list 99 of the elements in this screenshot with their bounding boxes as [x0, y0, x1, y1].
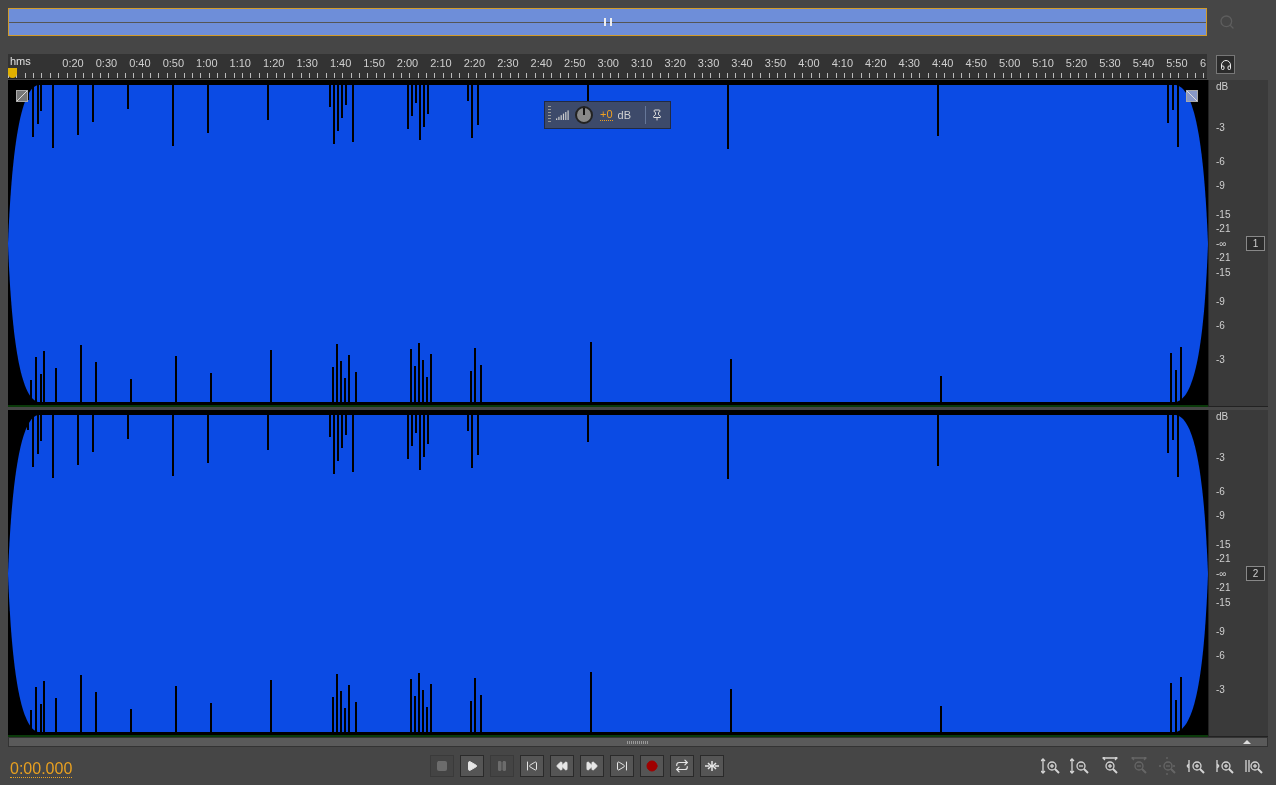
- play-icon: [466, 759, 479, 772]
- loop-icon: [675, 758, 690, 773]
- start-button[interactable]: [520, 754, 545, 777]
- decibel-label: -6: [1216, 157, 1225, 167]
- pause-icon: [496, 759, 509, 772]
- time-label: 2:40: [530, 58, 552, 69]
- time-label: 0:40: [129, 58, 151, 69]
- decibel-label: -9: [1216, 181, 1225, 191]
- headphones-button[interactable]: [1216, 55, 1235, 74]
- play-button[interactable]: [460, 754, 485, 777]
- channel-badge: 1: [1246, 236, 1265, 251]
- time-label: 5:00: [998, 58, 1021, 69]
- overview-waveform[interactable]: [8, 8, 1207, 36]
- skip-button[interactable]: [700, 754, 725, 777]
- time-label: 5:50: [1166, 58, 1188, 69]
- decibel-label: dB: [1216, 412, 1229, 422]
- time-label: 3:00: [597, 58, 619, 69]
- scrollbar-grip-icon: [627, 740, 649, 744]
- zoom-out-icon: [1157, 756, 1177, 775]
- skip-back-icon: [526, 759, 539, 772]
- time-label: 1:50: [363, 58, 385, 69]
- time-label: 4:00: [798, 58, 820, 69]
- time-label: 3:50: [764, 58, 787, 69]
- decibel-label: -15: [1216, 540, 1231, 550]
- decibel-label: -∞: [1216, 239, 1227, 249]
- decibel-label: -21: [1216, 583, 1231, 593]
- time-label: 3:30: [697, 58, 720, 69]
- loop-button[interactable]: [670, 754, 695, 777]
- time-label: 0:50: [162, 58, 185, 69]
- scroll-up-icon[interactable]: [1243, 740, 1251, 744]
- zoom-out-icon: [1070, 756, 1090, 775]
- decibel-label: -3: [1216, 123, 1225, 133]
- decibel-label: -9: [1216, 627, 1225, 637]
- time-label: 2:30: [497, 58, 519, 69]
- fade-out-handle-icon[interactable]: [1186, 90, 1198, 102]
- skip-selection-icon: [704, 759, 721, 772]
- volume-value[interactable]: +0: [600, 109, 613, 121]
- decibel-label: -15: [1216, 268, 1231, 278]
- time-label: 3:40: [731, 58, 753, 69]
- decibel-label: -15: [1216, 598, 1231, 608]
- grip-icon[interactable]: [548, 106, 551, 124]
- time-label: 4:10: [831, 58, 854, 69]
- time-label: 4:20: [865, 58, 887, 69]
- skip-forward-icon: [616, 759, 629, 772]
- time-label: 6: [1199, 58, 1206, 69]
- zoom-in-icon: [1041, 756, 1061, 775]
- time-display[interactable]: 0:00.000: [10, 761, 73, 778]
- time-label: 0:20: [62, 58, 84, 69]
- time-label: 1:40: [329, 58, 352, 69]
- signal-bars-icon: [556, 110, 570, 120]
- decibel-label: -9: [1216, 511, 1225, 521]
- decibel-label: -15: [1216, 210, 1231, 220]
- decibel-label: -21: [1216, 224, 1231, 234]
- time-label: 3:10: [630, 58, 653, 69]
- time-label: 2:00: [396, 58, 419, 69]
- time-label: 4:50: [965, 58, 987, 69]
- time-label: 4:30: [898, 58, 920, 69]
- time-label: 2:20: [463, 58, 486, 69]
- decibel-label: -6: [1216, 487, 1225, 497]
- decibel-label: -6: [1216, 651, 1225, 661]
- time-label: 1:10: [229, 58, 251, 69]
- time-label: 1:00: [196, 58, 218, 69]
- decibel-label: -21: [1216, 253, 1231, 263]
- headphones-icon: [1219, 58, 1232, 71]
- scrollbar-grip-icon: [604, 18, 612, 26]
- volume-unit: dB: [617, 109, 631, 121]
- decibel-label: -21: [1216, 554, 1231, 564]
- end-button[interactable]: [610, 754, 635, 777]
- time-label: 1:30: [296, 58, 318, 69]
- horizontal-scrollbar[interactable]: [8, 737, 1268, 747]
- time-label: 5:10: [1032, 58, 1054, 69]
- playhead-marker-icon[interactable]: [8, 68, 17, 78]
- time-label: 5:30: [1099, 58, 1121, 69]
- time-unit-label: hms: [10, 56, 31, 67]
- channel-badge: 2: [1246, 566, 1265, 581]
- time-label: 5:40: [1132, 58, 1155, 69]
- record-icon: [646, 759, 659, 772]
- time-label: 5:20: [1065, 58, 1088, 69]
- time-label: 2:50: [564, 58, 586, 69]
- decibel-label: dB: [1216, 82, 1229, 92]
- time-label: 4:40: [932, 58, 954, 69]
- decibel-label: -∞: [1216, 569, 1227, 579]
- rewind-button[interactable]: [550, 754, 575, 777]
- stop-icon: [436, 759, 449, 772]
- forward-button[interactable]: [580, 754, 605, 777]
- volume-knob[interactable]: [575, 106, 593, 124]
- time-label: 3:20: [664, 58, 686, 69]
- time-label: 1:20: [263, 58, 285, 69]
- time-label: 0:30: [95, 58, 118, 69]
- fast-forward-icon: [586, 759, 599, 772]
- decibel-label: -9: [1216, 297, 1225, 307]
- rewind-icon: [556, 759, 569, 772]
- decibel-label: -3: [1216, 453, 1225, 463]
- fade-in-handle-icon[interactable]: [16, 90, 28, 102]
- decibel-label: -6: [1216, 321, 1225, 331]
- pin-icon[interactable]: [651, 109, 663, 121]
- time-label: 2:10: [430, 58, 452, 69]
- decibel-label: -3: [1216, 355, 1225, 365]
- decibel-label: -3: [1216, 685, 1225, 695]
